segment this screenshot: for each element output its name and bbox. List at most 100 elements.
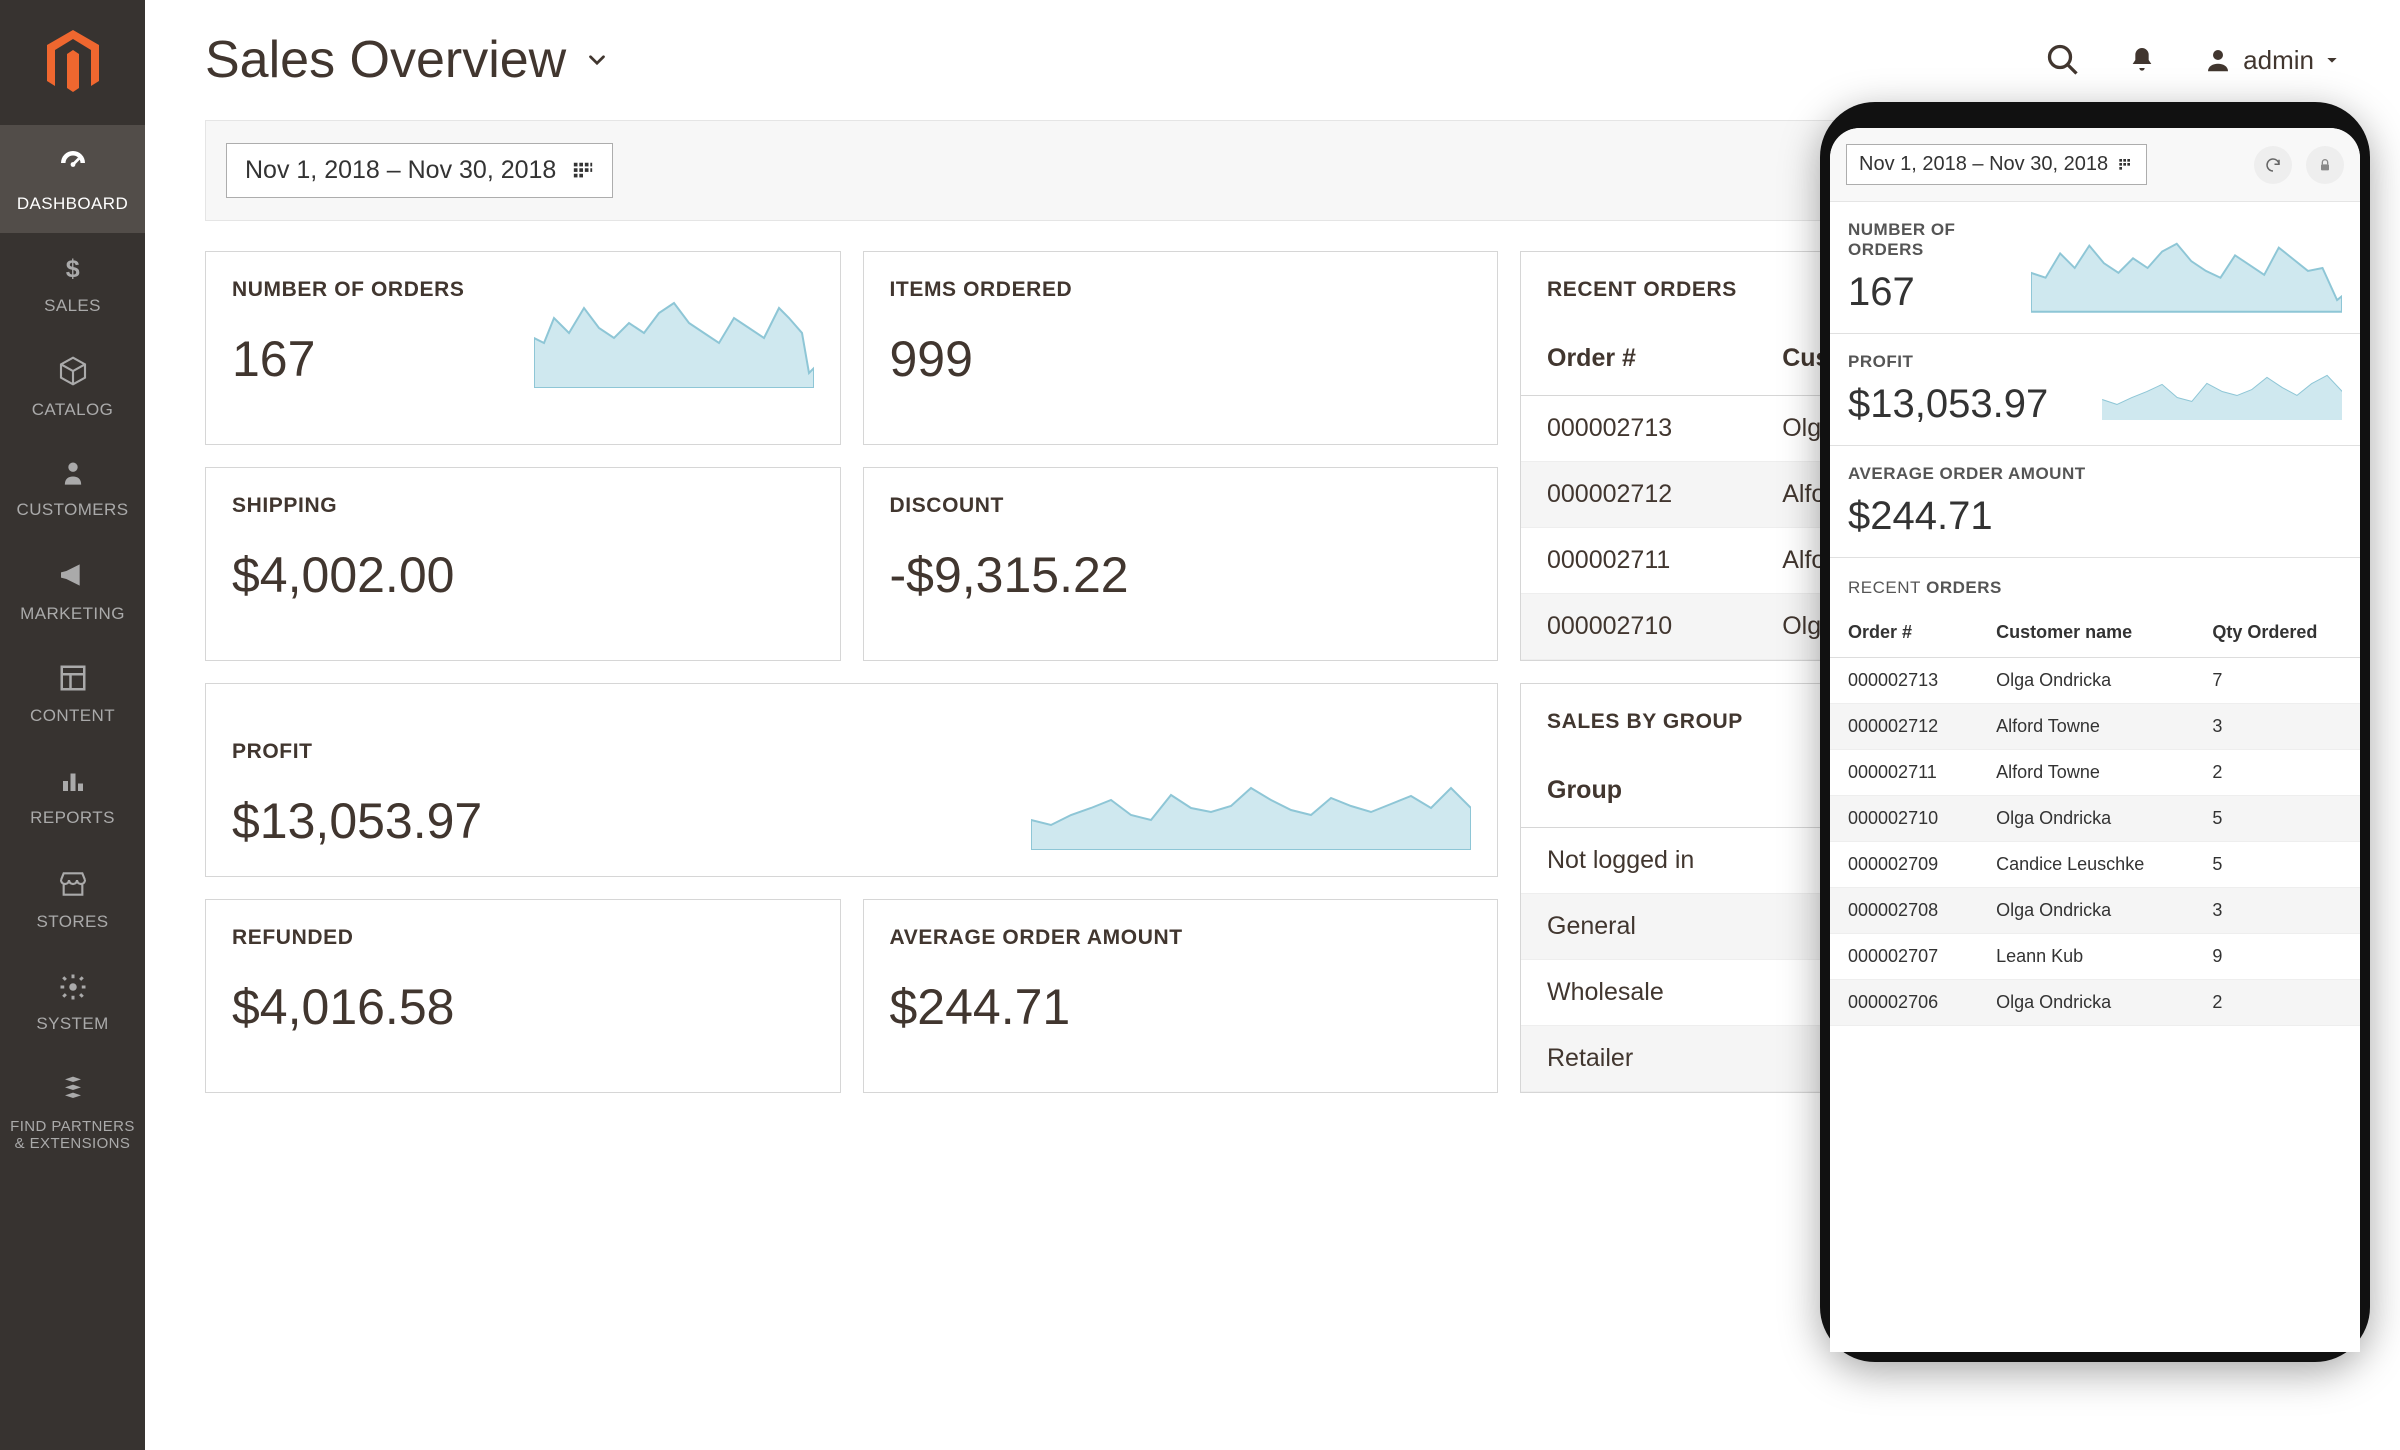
cell-order: 000002706 bbox=[1830, 980, 1978, 1026]
sidebar-item-label: DASHBOARD bbox=[17, 194, 128, 214]
mobile-avg-card: AVERAGE ORDER AMOUNT $244.71 bbox=[1830, 446, 2360, 558]
cell-qty: 3 bbox=[2194, 704, 2360, 750]
number-of-orders-card: NUMBER OF ORDERS 167 bbox=[205, 251, 841, 445]
table-row[interactable]: 000002709Candice Leuschke5 bbox=[1830, 842, 2360, 888]
date-range-button[interactable]: Nov 1, 2018 – Nov 30, 2018 bbox=[226, 143, 613, 198]
user-menu[interactable]: admin bbox=[2203, 45, 2340, 76]
blocks-icon bbox=[57, 1074, 89, 1110]
profit-sparkline bbox=[1031, 760, 1471, 850]
cell-qty: 2 bbox=[2194, 750, 2360, 796]
cell-customer: Candice Leuschke bbox=[1978, 842, 2194, 888]
card-value: $244.71 bbox=[1848, 494, 2086, 539]
mobile-recent-orders-table: Order # Customer name Qty Ordered 000002… bbox=[1830, 608, 2360, 1026]
items-ordered-card: ITEMS ORDERED 999 bbox=[863, 251, 1499, 445]
megaphone-icon bbox=[57, 559, 89, 596]
column-header[interactable]: Order # bbox=[1521, 322, 1756, 396]
table-row[interactable]: 000002711Alford Towne2 bbox=[1830, 750, 2360, 796]
main-content: Sales Overview admin Nov 1, 2018 – Nov 3… bbox=[145, 0, 2400, 1450]
sidebar-item-label: STORES bbox=[37, 912, 109, 932]
sidebar-item-system[interactable]: SYSTEM bbox=[0, 952, 145, 1054]
bars-icon bbox=[58, 766, 88, 801]
table-row[interactable]: 000002713Olga Ondricka7 bbox=[1830, 658, 2360, 704]
sidebar-item-label: REPORTS bbox=[30, 808, 115, 828]
table-row[interactable]: 000002712Alford Towne3 bbox=[1830, 704, 2360, 750]
logo bbox=[0, 0, 145, 125]
sidebar-item-stores[interactable]: STORES bbox=[0, 848, 145, 952]
orders-sparkline bbox=[534, 278, 814, 388]
cell-order: 000002710 bbox=[1521, 594, 1756, 660]
card-value: 167 bbox=[1848, 270, 2031, 315]
bell-icon[interactable] bbox=[2126, 44, 2158, 76]
cell-qty: 7 bbox=[2194, 658, 2360, 704]
sidebar-item-customers[interactable]: CUSTOMERS bbox=[0, 439, 145, 539]
shipping-card: SHIPPING $4,002.00 bbox=[205, 467, 841, 661]
column-header[interactable]: Qty Ordered bbox=[2194, 608, 2360, 658]
refresh-icon bbox=[2264, 156, 2282, 174]
cell-customer: Olga Ondricka bbox=[1978, 980, 2194, 1026]
table-row[interactable]: 000002706Olga Ondricka2 bbox=[1830, 980, 2360, 1026]
mobile-preview-frame: Nov 1, 2018 – Nov 30, 2018 bbox=[1820, 102, 2370, 1362]
sidebar: DASHBOARD $ SALES CATALOGCUSTOMERSMARKETING… bbox=[0, 0, 145, 1450]
mobile-profit-sparkline bbox=[2102, 360, 2342, 420]
sidebar-item-label: SALES bbox=[44, 296, 101, 316]
cell-order: 000002713 bbox=[1521, 396, 1756, 462]
cell-qty: 3 bbox=[2194, 888, 2360, 934]
sidebar-item-label: SYSTEM bbox=[36, 1014, 108, 1034]
sidebar-item-sales[interactable]: $ SALES bbox=[0, 233, 145, 335]
card-label: AVERAGE ORDER AMOUNT bbox=[1848, 464, 2086, 484]
cell-order: 000002709 bbox=[1830, 842, 1978, 888]
card-label: PROFIT bbox=[232, 740, 482, 764]
mobile-date-range-label: Nov 1, 2018 – Nov 30, 2018 bbox=[1859, 153, 2108, 176]
page-title: Sales Overview bbox=[205, 30, 566, 90]
mobile-refresh-button[interactable] bbox=[2254, 146, 2292, 184]
table-row[interactable]: 000002708Olga Ondricka3 bbox=[1830, 888, 2360, 934]
cell-qty: 5 bbox=[2194, 842, 2360, 888]
date-range-label: Nov 1, 2018 – Nov 30, 2018 bbox=[245, 156, 556, 185]
card-label: ITEMS ORDERED bbox=[890, 278, 1472, 302]
column-header[interactable]: Order # bbox=[1830, 608, 1978, 658]
storefront-icon bbox=[57, 868, 89, 905]
card-value: 167 bbox=[232, 330, 464, 388]
search-icon[interactable] bbox=[2045, 42, 2081, 78]
mobile-lock-button[interactable] bbox=[2306, 146, 2344, 184]
table-row[interactable]: 000002707Leann Kub9 bbox=[1830, 934, 2360, 980]
sidebar-item-marketing[interactable]: MARKETING bbox=[0, 539, 145, 643]
column-header[interactable]: Customer name bbox=[1978, 608, 2194, 658]
sidebar-item-find-partners-extensions[interactable]: FIND PARTNERS & EXTENSIONS bbox=[0, 1054, 145, 1173]
table-row[interactable]: 000002710Olga Ondricka5 bbox=[1830, 796, 2360, 842]
layout-icon bbox=[58, 663, 88, 698]
card-label: AVERAGE ORDER AMOUNT bbox=[890, 926, 1472, 950]
user-icon bbox=[2203, 45, 2233, 75]
cell-group: Retailer bbox=[1521, 1026, 1798, 1092]
cell-order: 000002710 bbox=[1830, 796, 1978, 842]
cell-order: 000002711 bbox=[1830, 750, 1978, 796]
chevron-down-icon[interactable] bbox=[584, 47, 610, 73]
cell-order: 000002713 bbox=[1830, 658, 1978, 704]
cell-customer: Olga Ondricka bbox=[1978, 658, 2194, 704]
cell-qty: 2 bbox=[2194, 980, 2360, 1026]
average-order-amount-card: AVERAGE ORDER AMOUNT $244.71 bbox=[863, 899, 1499, 1093]
sidebar-item-catalog[interactable]: CATALOG bbox=[0, 335, 145, 439]
sidebar-item-reports[interactable]: REPORTS bbox=[0, 746, 145, 848]
card-value: -$9,315.22 bbox=[890, 546, 1472, 604]
cell-customer: Leann Kub bbox=[1978, 934, 2194, 980]
dollar-icon: $ bbox=[58, 253, 88, 288]
cell-order: 000002712 bbox=[1521, 462, 1756, 528]
magento-logo-icon bbox=[43, 28, 103, 98]
column-header[interactable]: Group bbox=[1521, 754, 1798, 828]
cell-order: 000002707 bbox=[1830, 934, 1978, 980]
sidebar-item-label: CONTENT bbox=[30, 706, 115, 726]
card-label: REFUNDED bbox=[232, 926, 814, 950]
box-icon bbox=[57, 355, 89, 392]
mobile-date-range-button[interactable]: Nov 1, 2018 – Nov 30, 2018 bbox=[1846, 144, 2147, 185]
sidebar-item-content[interactable]: CONTENT bbox=[0, 643, 145, 745]
cell-order: 000002711 bbox=[1521, 528, 1756, 594]
user-label: admin bbox=[2243, 45, 2314, 76]
mobile-recent-orders-title: RECENT ORDERS bbox=[1830, 558, 2360, 608]
card-value: $4,002.00 bbox=[232, 546, 814, 604]
mobile-profit-card: PROFIT $13,053.97 bbox=[1830, 334, 2360, 446]
cell-group: Wholesale bbox=[1521, 960, 1798, 1026]
cell-order: 000002708 bbox=[1830, 888, 1978, 934]
card-value: $13,053.97 bbox=[1848, 382, 2048, 427]
sidebar-item-dashboard[interactable]: DASHBOARD bbox=[0, 125, 145, 233]
